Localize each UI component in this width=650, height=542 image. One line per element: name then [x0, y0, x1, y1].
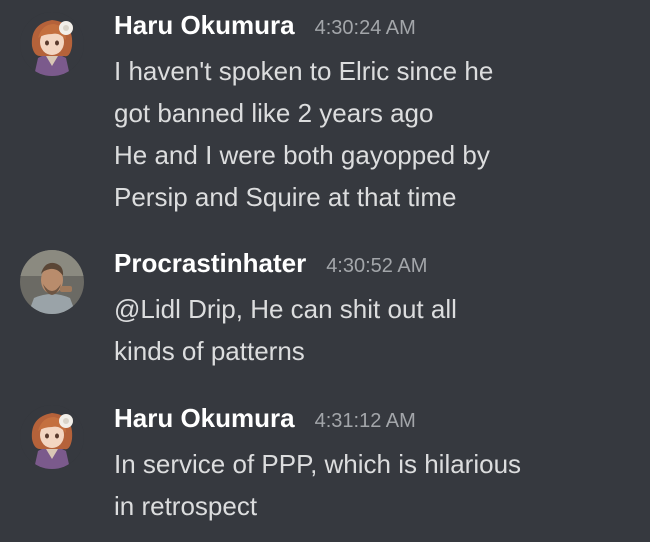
username[interactable]: Haru Okumura: [114, 10, 295, 41]
message-header: Procrastinhater 4:30:52 AM: [114, 248, 634, 288]
timestamp: 4:31:12 AM: [314, 410, 416, 432]
message-header: Haru Okumura 4:31:12 AM: [114, 403, 634, 443]
message-text-line: @Lidl Drip, He can shit out all: [114, 294, 457, 324]
message-text-line: He and I were both gayopped by: [114, 140, 490, 170]
avatar[interactable]: [20, 12, 84, 76]
message-content: Haru Okumura 4:31:12 AM In service of PP…: [114, 403, 634, 527]
username[interactable]: Procrastinhater: [114, 248, 306, 279]
anime-character-avatar-icon: [20, 12, 84, 76]
chat-messages: Haru Okumura 4:30:24 AM I haven't spoken…: [0, 0, 650, 542]
man-photo-avatar-icon: [20, 250, 84, 314]
avatar[interactable]: [20, 405, 84, 469]
timestamp: 4:30:24 AM: [314, 17, 416, 39]
message-header: Haru Okumura 4:30:24 AM: [114, 10, 634, 50]
timestamp: 4:30:52 AM: [326, 255, 428, 277]
message-content: Procrastinhater 4:30:52 AM @Lidl Drip, H…: [114, 248, 634, 372]
message-text-line: kinds of patterns: [114, 336, 305, 366]
message-text-line: I haven't spoken to Elric since he: [114, 56, 494, 86]
anime-character-avatar-icon: [20, 405, 84, 469]
avatar[interactable]: [20, 250, 84, 314]
message-text-line: Persip and Squire at that time: [114, 182, 457, 212]
username[interactable]: Haru Okumura: [114, 403, 295, 434]
message-text-line: in retrospect: [114, 491, 258, 521]
message-content: Haru Okumura 4:30:24 AM I haven't spoken…: [114, 10, 634, 218]
message-text-line: In service of PPP, which is hilarious: [114, 449, 522, 479]
message-text-line: got banned like 2 years ago: [114, 98, 434, 128]
